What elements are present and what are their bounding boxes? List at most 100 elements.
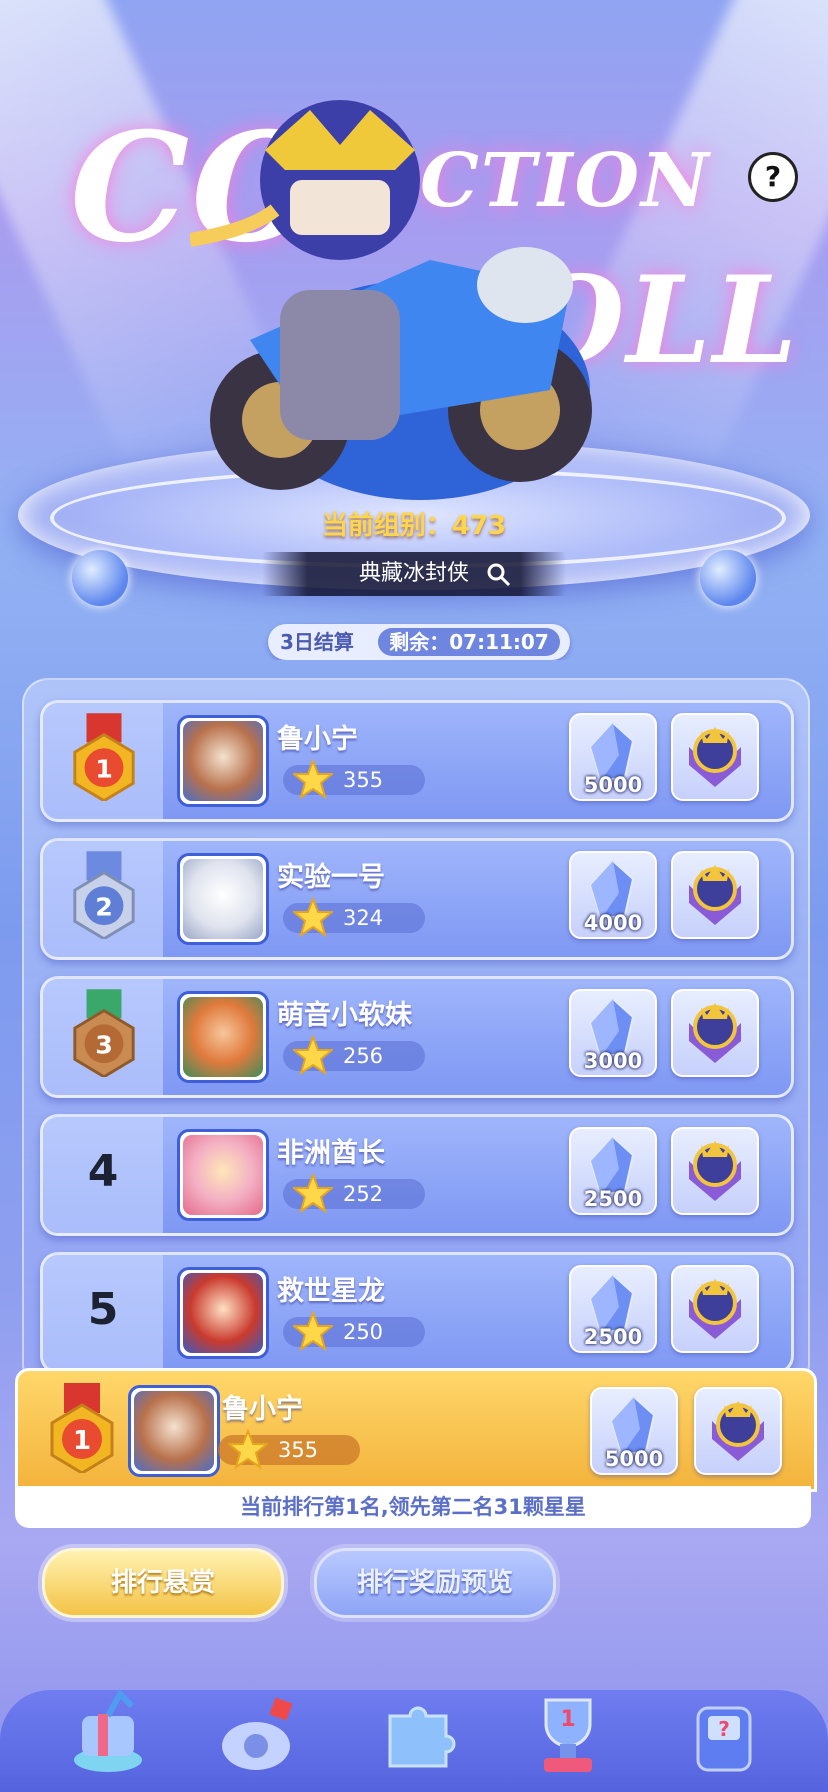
- rank-cell: 3: [43, 979, 163, 1095]
- stage-light-left: [72, 550, 128, 606]
- my-player-name: 鲁小宁: [222, 1394, 303, 1425]
- collection-name: 典藏冰封侠: [358, 561, 469, 586]
- avatar-frame-reward[interactable]: [671, 989, 759, 1077]
- medal-number: 3: [95, 1030, 113, 1059]
- leaderboard-row[interactable]: 1 鲁小宁 355 5000: [40, 700, 794, 822]
- avatar-frame-reward[interactable]: [671, 851, 759, 939]
- crystal-amount: 5000: [604, 1447, 664, 1471]
- star-icon: [293, 759, 333, 799]
- my-score-pill: 355: [218, 1429, 360, 1469]
- player-score: 355: [342, 768, 384, 792]
- avatar-frame-reward[interactable]: [671, 713, 759, 801]
- rank-cell: 5: [43, 1255, 163, 1371]
- avatar-image: [183, 1135, 263, 1215]
- help-button[interactable]: ?: [748, 152, 798, 202]
- star-icon: [293, 1035, 333, 1075]
- avatar-image: [183, 1273, 263, 1353]
- player-avatar[interactable]: [177, 991, 269, 1083]
- crystal-reward[interactable]: 2500: [569, 1265, 657, 1353]
- player-score: 324: [342, 906, 384, 930]
- search-icon[interactable]: [486, 562, 512, 588]
- player-score: 256: [342, 1044, 384, 1068]
- player-avatar[interactable]: [177, 1267, 269, 1359]
- avatar-image: [183, 859, 263, 939]
- crystal-amount: 2500: [583, 1187, 643, 1211]
- score-pill: 250: [283, 1311, 425, 1351]
- settlement-timer: 3日结算 剩余：07:11:07: [268, 624, 570, 660]
- svg-text:1: 1: [560, 1707, 575, 1732]
- crystal-reward[interactable]: 4000: [569, 851, 657, 939]
- rank-bounty-button[interactable]: 排行悬赏: [42, 1548, 284, 1618]
- score-pill: 256: [283, 1035, 425, 1075]
- crystal-amount: 3000: [583, 1049, 643, 1073]
- avatar-frame-reward[interactable]: [671, 1127, 759, 1215]
- silver-medal-icon: 2: [73, 851, 135, 939]
- medal-number: 2: [95, 892, 113, 921]
- medal-number: 1: [95, 754, 113, 783]
- score-pill: 252: [283, 1173, 425, 1213]
- mystery-machine-icon[interactable]: ?: [676, 1686, 772, 1782]
- crystal-amount: 2500: [583, 1325, 643, 1349]
- rank-cell: 4: [43, 1117, 163, 1233]
- player-avatar[interactable]: [177, 1129, 269, 1221]
- star-icon: [228, 1429, 268, 1469]
- my-medal-number: 1: [73, 1426, 91, 1456]
- player-name: 非洲酋长: [277, 1138, 385, 1169]
- cycle-label: 3日结算: [280, 630, 354, 654]
- frame-badge-icon: [689, 727, 741, 787]
- leaderboard-row[interactable]: 5 救世星龙 250 2500: [40, 1252, 794, 1374]
- player-name: 实验一号: [277, 862, 385, 893]
- crystal-reward[interactable]: 3000: [569, 989, 657, 1077]
- my-rank-row[interactable]: 1 鲁小宁 355 5000: [15, 1368, 817, 1492]
- player-name: 救世星龙: [277, 1276, 385, 1307]
- leaderboard-row[interactable]: 2 实验一号 324 4000: [40, 838, 794, 960]
- trophy-icon[interactable]: 1: [520, 1686, 616, 1782]
- avatar-image: [183, 721, 263, 801]
- star-icon: [293, 1173, 333, 1213]
- gold-medal-icon: 1: [73, 713, 135, 801]
- my-rank-note: 当前排行第1名,领先第二名31颗星星: [15, 1486, 811, 1528]
- rank-number: 5: [87, 1284, 119, 1335]
- avatar-frame-reward[interactable]: [694, 1387, 782, 1475]
- hero-banner: CO CTION OLL ? 当前组别：473 典藏冰封侠 3日结算 剩余：07…: [0, 0, 828, 660]
- countdown: 剩余：07:11:07: [378, 628, 560, 656]
- gift-icon[interactable]: [60, 1686, 156, 1782]
- player-avatar[interactable]: [177, 715, 269, 807]
- player-name: 鲁小宁: [277, 724, 358, 755]
- gold-medal-icon: 1: [50, 1383, 114, 1473]
- crystal-reward[interactable]: 5000: [569, 713, 657, 801]
- puzzle-icon[interactable]: [370, 1686, 466, 1782]
- crystal-reward[interactable]: 2500: [569, 1127, 657, 1215]
- avatar-frame-reward[interactable]: [671, 1265, 759, 1353]
- rank-cell: 2: [43, 841, 163, 957]
- car-part-icon[interactable]: [210, 1686, 306, 1782]
- current-group-label: 当前组别：473: [321, 511, 507, 541]
- leaderboard-row[interactable]: 3 萌音小软妹 256 3000: [40, 976, 794, 1098]
- rank-cell: 1: [43, 703, 163, 819]
- score-pill: 324: [283, 897, 425, 937]
- motorbike-character-illustration: [190, 100, 592, 500]
- player-name: 萌音小软妹: [277, 1000, 412, 1031]
- leaderboard-row[interactable]: 4 非洲酋长 252 2500: [40, 1114, 794, 1236]
- frame-badge-icon: [689, 1141, 741, 1201]
- crystal-amount: 5000: [583, 773, 643, 797]
- star-icon: [293, 897, 333, 937]
- frame-badge-icon: [712, 1401, 764, 1461]
- player-avatar[interactable]: [177, 853, 269, 945]
- avatar-image: [134, 1391, 214, 1471]
- rank-reward-preview-button[interactable]: 排行奖励预览: [314, 1548, 556, 1618]
- score-pill: 355: [283, 759, 425, 799]
- bronze-medal-icon: 3: [73, 989, 135, 1077]
- svg-text:?: ?: [718, 1717, 730, 1741]
- collection-name-bar[interactable]: 典藏冰封侠: [262, 552, 566, 596]
- my-score: 355: [277, 1438, 319, 1462]
- crystal-reward[interactable]: 5000: [590, 1387, 678, 1475]
- avatar-image: [183, 997, 263, 1077]
- player-score: 252: [342, 1182, 384, 1206]
- star-icon: [293, 1311, 333, 1351]
- frame-badge-icon: [689, 1003, 741, 1063]
- frame-badge-icon: [689, 865, 741, 925]
- crystal-amount: 4000: [583, 911, 643, 935]
- my-avatar[interactable]: [128, 1385, 220, 1477]
- rank-number: 4: [87, 1146, 119, 1197]
